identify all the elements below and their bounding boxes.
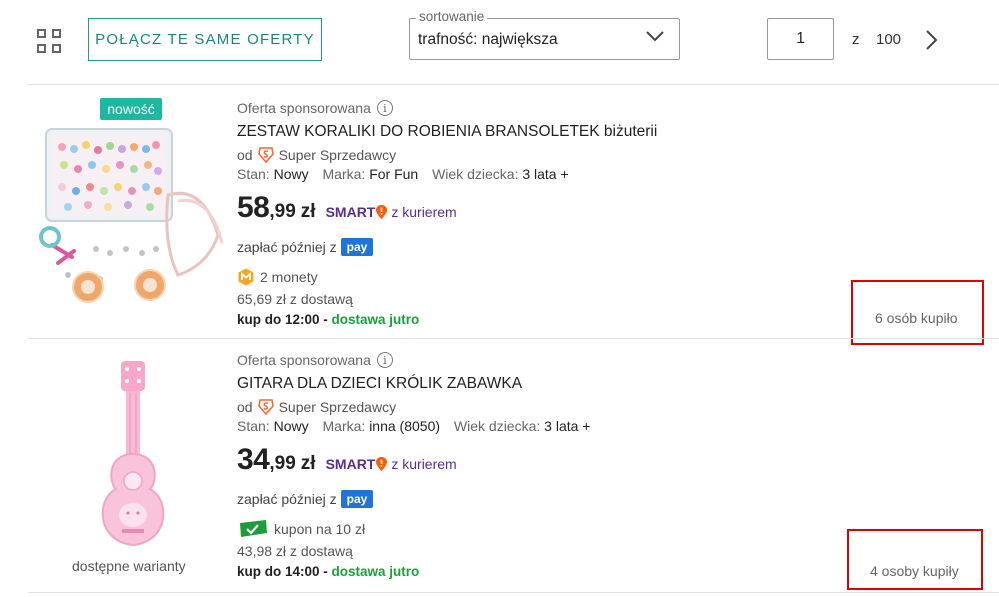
- pay-logo-icon: pay: [340, 490, 374, 508]
- coupon-icon: [240, 520, 267, 537]
- smart-pin-icon: [376, 205, 388, 219]
- coupon-row: kupon na 10 zł: [237, 519, 590, 539]
- seller-name: Super Sprzedawcy: [278, 146, 397, 163]
- deadline-text: kup do 12:00 -: [237, 312, 328, 327]
- bought-count: 6 osób kupiło: [875, 310, 958, 326]
- brand-label: Marka:: [322, 418, 366, 434]
- price-integer: 34: [237, 443, 270, 476]
- coins-row: 2 monety: [237, 267, 657, 287]
- listing-item: nowość Oferta sponsorowana i ZESTAW KORA…: [0, 85, 999, 345]
- product-image[interactable]: [78, 359, 188, 559]
- highlight-box: [847, 529, 983, 590]
- sponsored-text: Oferta sponsorowana: [237, 352, 371, 368]
- price-row: 34 ,99 zł SMART z kurierem: [237, 443, 590, 481]
- coins-text: 2 monety: [260, 269, 318, 285]
- pay-later-text: zapłać później z: [237, 239, 337, 255]
- merge-same-offers-button[interactable]: POŁĄCZ TE SAME OFERTY: [88, 18, 322, 61]
- seller-line: od Super Sprzedawcy: [237, 397, 590, 416]
- page-total: 100: [876, 31, 902, 48]
- bought-count: 4 osoby kupiły: [870, 563, 959, 579]
- divider: [28, 592, 999, 593]
- age-label: Wiek dziecka:: [453, 418, 541, 434]
- age-value: 3 lata +: [522, 166, 569, 182]
- deadline-text: kup do 14:00 -: [237, 564, 328, 579]
- price-row: 58 ,99 zł SMART z kurierem: [237, 191, 657, 229]
- delivery-when: dostawa jutro: [331, 312, 420, 327]
- coin-icon: [238, 268, 254, 286]
- sponsored-label: Oferta sponsorowana i: [237, 98, 657, 118]
- seller-line: od Super Sprzedawcy: [237, 145, 657, 164]
- brand-label: Marka:: [322, 166, 366, 182]
- coupon-text: kupon na 10 zł: [274, 521, 366, 537]
- info-icon[interactable]: i: [376, 352, 393, 368]
- seller-prefix: od: [237, 146, 253, 163]
- pay-logo-icon: pay: [340, 238, 374, 256]
- price-currency: zł: [300, 201, 316, 222]
- delivery-price: 43,98 zł z dostawą: [237, 543, 353, 559]
- listing-toolbar: POŁĄCZ TE SAME OFERTY sortowanie trafnoś…: [0, 0, 999, 82]
- listing-title[interactable]: ZESTAW KORALIKI DO ROBIENIA BRANSOLETEK …: [237, 123, 657, 143]
- listing-info: Oferta sponsorowana i GITARA DLA DZIECI …: [237, 350, 590, 583]
- sponsored-text: Oferta sponsorowana: [237, 100, 371, 116]
- smart-courier-text: z kurierem: [391, 204, 457, 220]
- price-decimal: ,99: [269, 201, 296, 222]
- sort-selected-value: trafność: największa: [418, 31, 558, 48]
- seller-prefix: od: [237, 398, 253, 415]
- age-value: 3 lata +: [544, 418, 591, 434]
- price-decimal: ,99: [269, 453, 296, 474]
- condition-value: Nowy: [273, 418, 309, 434]
- sponsored-label: Oferta sponsorowana i: [237, 350, 590, 370]
- super-seller-icon: [257, 398, 274, 415]
- smart-label: SMART: [325, 456, 376, 472]
- listing-params: Stan: Nowy Marka: inna (8050) Wiek dziec…: [237, 418, 590, 437]
- new-badge: nowość: [100, 98, 162, 120]
- info-icon[interactable]: i: [376, 100, 393, 116]
- delivery-deadline: kup do 12:00 - dostawa jutro: [237, 312, 657, 331]
- sort-select[interactable]: sortowanie trafność: największa: [409, 9, 680, 60]
- delivery-price: 65,69 zł z dostawą: [237, 291, 353, 307]
- pay-later-row: zapłać później z pay: [237, 237, 657, 257]
- listing-params: Stan: Nowy Marka: For Fun Wiek dziecka: …: [237, 166, 657, 185]
- delivery-deadline: kup do 14:00 - dostawa jutro: [237, 564, 590, 583]
- page-number-input[interactable]: [767, 18, 834, 60]
- smart-label: SMART: [325, 204, 376, 220]
- page-of-label: z: [852, 31, 860, 48]
- brand-value: For Fun: [369, 166, 419, 182]
- seller-name: Super Sprzedawcy: [278, 398, 397, 415]
- smart-badge: SMART z kurierem: [326, 204, 457, 220]
- variants-label[interactable]: dostępne warianty: [72, 558, 186, 574]
- pay-later-row: zapłać później z pay: [237, 489, 590, 509]
- listing-item: dostępne warianty Oferta sponsorowana i …: [0, 339, 999, 592]
- sort-legend: sortowanie: [416, 9, 488, 24]
- delivery-when: dostawa jutro: [331, 564, 420, 579]
- price-integer: 58: [237, 191, 270, 224]
- pay-later-text: zapłać później z: [237, 491, 337, 507]
- super-seller-icon: [257, 146, 274, 163]
- listing-title[interactable]: GITARA DLA DZIECI KRÓLIK ZABAWKA: [237, 375, 590, 395]
- condition-value: Nowy: [273, 166, 309, 182]
- price-currency: zł: [300, 453, 316, 474]
- age-label: Wiek dziecka:: [432, 166, 519, 182]
- grid-view-icon[interactable]: [37, 29, 61, 53]
- product-image[interactable]: [38, 125, 228, 305]
- brand-value: inna (8050): [369, 418, 441, 434]
- chevron-down-icon: [646, 31, 664, 42]
- condition-label: Stan:: [237, 166, 270, 182]
- next-page-icon[interactable]: [922, 28, 940, 52]
- listing-info: Oferta sponsorowana i ZESTAW KORALIKI DO…: [237, 98, 657, 331]
- smart-courier-text: z kurierem: [391, 456, 457, 472]
- condition-label: Stan:: [237, 418, 270, 434]
- smart-badge: SMART z kurierem: [326, 456, 457, 472]
- smart-pin-icon: [376, 457, 388, 471]
